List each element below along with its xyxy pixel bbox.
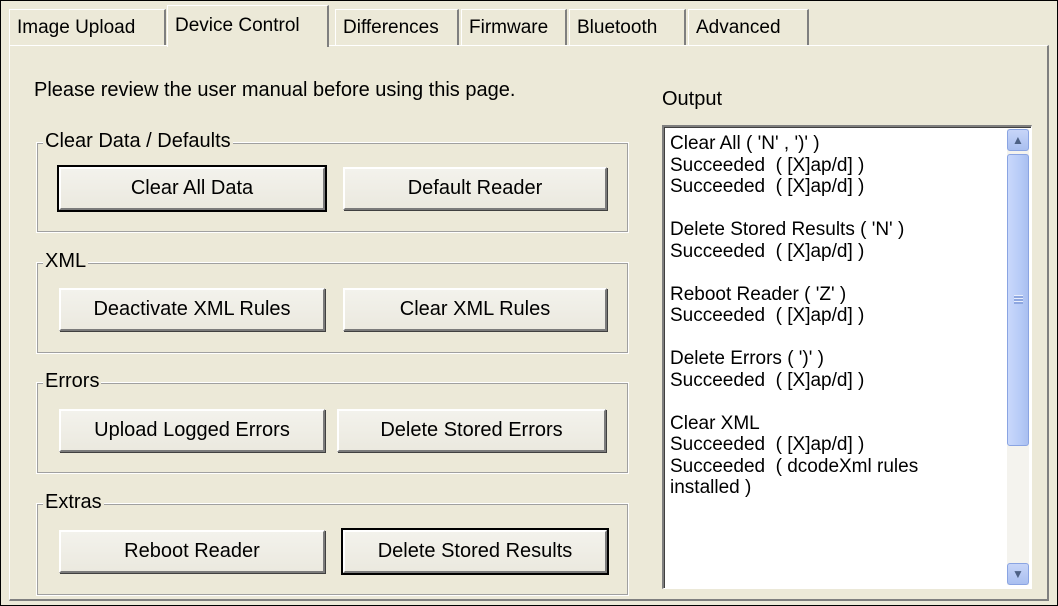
output-label: Output: [662, 88, 723, 110]
clear-all-data-button[interactable]: Clear All Data: [57, 165, 327, 212]
delete-stored-errors-button[interactable]: Delete Stored Errors: [337, 409, 606, 452]
chevron-up-icon[interactable]: ▲: [1007, 129, 1029, 151]
output-log-text: Clear All ( 'N' , ')' ) Succeeded ( [X]a…: [670, 133, 919, 498]
default-reader-button[interactable]: Default Reader: [343, 167, 607, 210]
tab-advanced[interactable]: Advanced: [688, 9, 809, 46]
output-textbox[interactable]: Clear All ( 'N' , ')' ) Succeeded ( [X]a…: [662, 125, 1032, 589]
group-xml-legend: XML: [43, 249, 89, 273]
tab-bluetooth[interactable]: Bluetooth: [569, 9, 686, 46]
group-extras-legend: Extras: [43, 490, 104, 514]
reboot-reader-button[interactable]: Reboot Reader: [59, 530, 325, 573]
tab-firmware[interactable]: Firmware: [461, 9, 567, 46]
intro-text: Please review the user manual before usi…: [34, 79, 516, 101]
deactivate-xml-rules-button[interactable]: Deactivate XML Rules: [59, 288, 325, 331]
grip-icon: [1014, 295, 1023, 304]
output-scrollbar[interactable]: ▲ ▼: [1007, 129, 1029, 585]
tab-image-upload[interactable]: Image Upload: [9, 9, 166, 46]
delete-stored-results-button[interactable]: Delete Stored Results: [341, 528, 609, 575]
group-clear-data-legend: Clear Data / Defaults: [43, 129, 233, 153]
tab-differences[interactable]: Differences: [335, 9, 459, 46]
upload-logged-errors-button[interactable]: Upload Logged Errors: [59, 409, 325, 452]
scrollbar-thumb[interactable]: [1007, 154, 1029, 446]
group-errors-legend: Errors: [43, 369, 102, 393]
tab-device-control[interactable]: Device Control: [167, 5, 329, 47]
chevron-down-icon[interactable]: ▼: [1007, 563, 1029, 585]
clear-xml-rules-button[interactable]: Clear XML Rules: [343, 288, 607, 331]
device-control-window: Image Upload Device Control Differences …: [0, 0, 1058, 606]
